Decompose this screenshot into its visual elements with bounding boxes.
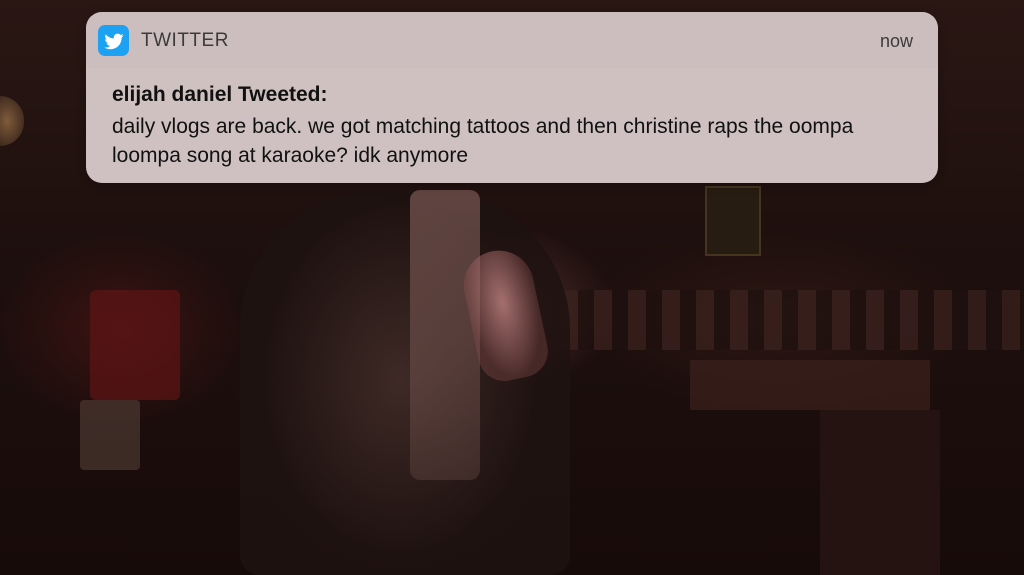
twitter-bird-icon <box>98 25 129 56</box>
background-red-object <box>90 290 180 400</box>
lock-screen: TWITTER now elijah daniel Tweeted: daily… <box>0 0 1024 575</box>
background-lamp <box>0 96 24 146</box>
background-railing <box>560 290 1024 350</box>
notification-banner[interactable]: TWITTER now elijah daniel Tweeted: daily… <box>86 12 938 183</box>
notification-body: daily vlogs are back. we got matching ta… <box>112 115 854 167</box>
notification-title: elijah daniel Tweeted: <box>112 83 328 106</box>
notification-time: now <box>879 31 913 51</box>
background-table-base <box>820 410 940 575</box>
background-person <box>240 190 570 575</box>
background-shirt <box>410 190 480 480</box>
notification-header: TWITTER now <box>86 12 938 68</box>
background-table <box>690 360 930 410</box>
notification-app-name: TWITTER <box>141 30 229 51</box>
background-glass <box>80 400 140 470</box>
background-poster <box>705 186 761 256</box>
